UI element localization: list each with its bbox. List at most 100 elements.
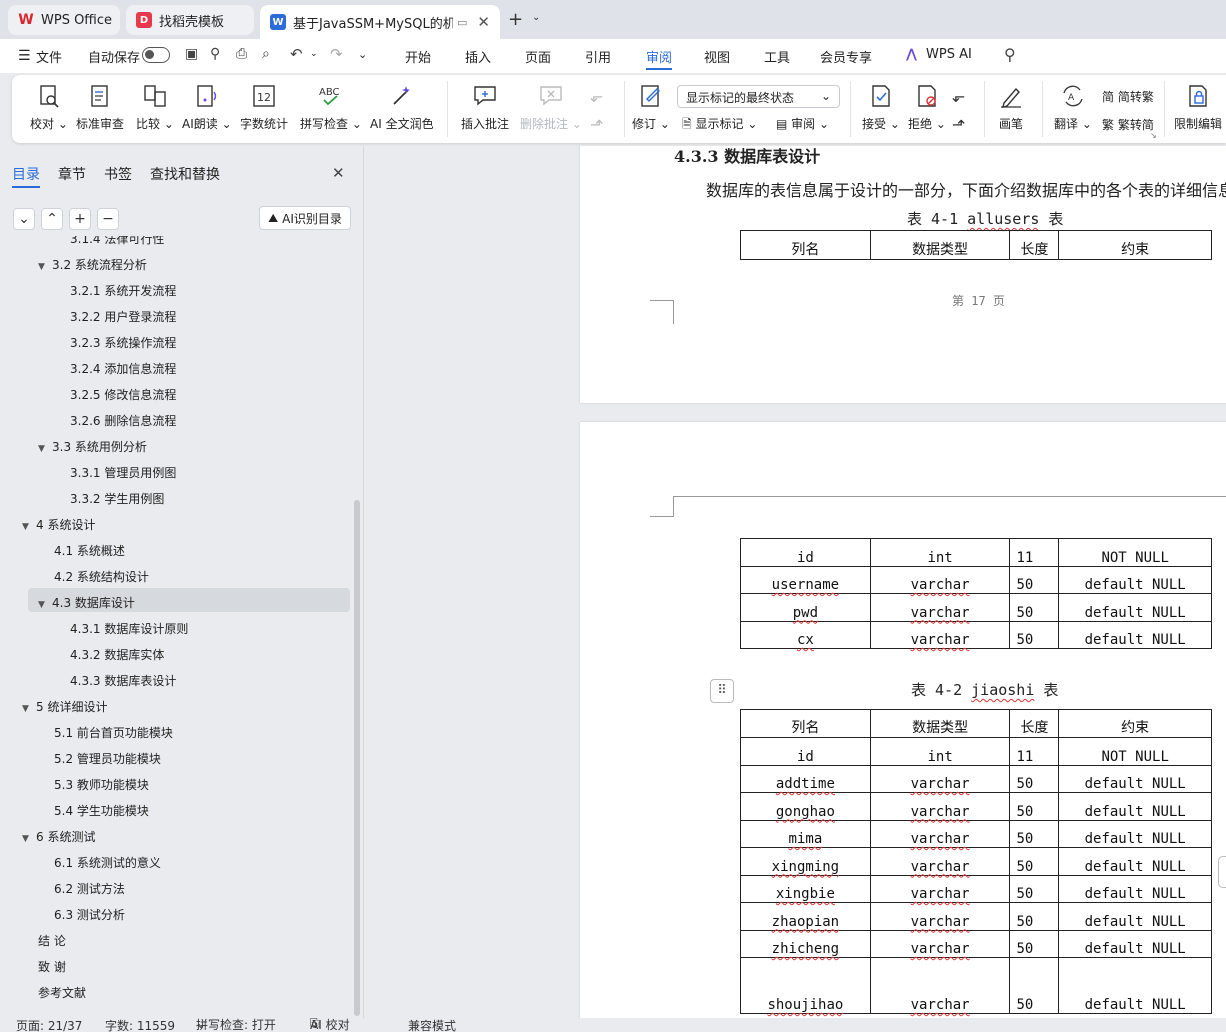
expand-all-button[interactable]: ⌄: [13, 208, 35, 230]
expand-triangle-icon[interactable]: ▼: [38, 600, 52, 610]
save-icon[interactable]: ▣: [185, 46, 198, 62]
sidebar-tab-find-replace[interactable]: 查找和替换: [150, 164, 220, 184]
menu-item-0[interactable]: 开始: [405, 47, 431, 66]
ai-polish-button[interactable]: AI 全文润色: [370, 83, 434, 132]
toc-item[interactable]: 5.1 前台首页功能模块: [54, 724, 173, 741]
toc-item[interactable]: 6.3 测试分析: [54, 906, 125, 923]
reject-button[interactable]: 拒绝 ⌄: [908, 83, 946, 132]
ai-toc-button[interactable]: ⛰ AI识别目录: [259, 206, 351, 230]
to-traditional-button[interactable]: 简 简转繁: [1102, 88, 1154, 105]
toc-item[interactable]: 3.1.4 法律可行性: [70, 236, 164, 247]
link-icon[interactable]: ⚲: [210, 46, 220, 62]
close-tab-icon[interactable]: ✕: [477, 13, 490, 31]
word-count-button[interactable]: 12 字数统计: [240, 83, 288, 132]
menu-item-3[interactable]: 引用: [585, 47, 611, 66]
pen-button[interactable]: 画笔: [998, 83, 1024, 132]
track-changes-button[interactable]: 修订 ⌄: [632, 83, 670, 132]
scroll-side-handle[interactable]: [1218, 856, 1226, 888]
table-move-handle[interactable]: ⠿: [710, 679, 734, 703]
tab-wps-office[interactable]: W WPS Office: [8, 5, 120, 35]
search-icon[interactable]: ⚲: [1004, 45, 1016, 64]
show-markup-button[interactable]: 🗎 显示标记 ⌄: [682, 115, 757, 136]
redo-icon[interactable]: ↷: [330, 45, 343, 63]
accept-button[interactable]: 接受 ⌄: [862, 83, 900, 132]
previous-change-icon[interactable]: ⬐: [952, 87, 965, 106]
menu-item-6[interactable]: 工具: [764, 47, 790, 66]
next-change-icon[interactable]: ⬏: [952, 115, 965, 134]
toc-item[interactable]: 3.2.1 系统开发流程: [70, 282, 176, 299]
tab-docer[interactable]: D 找稻壳模板: [126, 5, 254, 35]
tab-document[interactable]: W 基于JavaSSM+MySQL的机房 ▭ ✕: [260, 5, 500, 39]
expand-triangle-icon[interactable]: ▼: [38, 262, 52, 272]
undo-icon[interactable]: ↶: [290, 45, 303, 63]
sidebar-tab-chapters[interactable]: 章节: [58, 164, 86, 184]
translate-button[interactable]: A 翻译 ⌄: [1054, 83, 1092, 132]
page-indicator[interactable]: 页面: 21/37: [16, 1018, 82, 1032]
ai-read-button[interactable]: AI朗读 ⌄: [182, 83, 232, 132]
toc-item[interactable]: ▼ 5 统详细设计: [22, 698, 107, 715]
toc-item[interactable]: 5.3 教师功能模块: [54, 776, 149, 793]
menu-item-5[interactable]: 视图: [704, 47, 730, 66]
toc-item[interactable]: 致 谢: [38, 958, 66, 975]
toc-item[interactable]: 4.2 系统结构设计: [54, 568, 149, 585]
sidebar-tab-toc[interactable]: 目录: [12, 164, 40, 184]
chevron-down-icon[interactable]: ⌄: [310, 49, 318, 59]
new-tab-icon[interactable]: +: [508, 9, 523, 30]
toc-item[interactable]: 3.3.1 管理员用例图: [70, 464, 176, 481]
menu-item-7[interactable]: 会员专享: [820, 47, 872, 66]
menu-item-4[interactable]: 审阅: [646, 47, 672, 66]
sidebar-scrollbar[interactable]: [354, 500, 360, 1016]
markup-display-select[interactable]: 显示标记的最终状态 ⌄: [677, 85, 840, 108]
toc-item[interactable]: ▼ 4.3 数据库设计: [38, 594, 135, 611]
standard-review-button[interactable]: 标准审查: [76, 83, 124, 132]
add-heading-button[interactable]: +: [69, 208, 91, 230]
next-comment-icon[interactable]: ⬏: [590, 115, 603, 134]
spell-check-button[interactable]: ABC 拼写检查 ⌄: [300, 83, 362, 132]
toc-item[interactable]: 3.2.4 添加信息流程: [70, 360, 176, 377]
toc-item[interactable]: ▼ 3.3 系统用例分析: [38, 438, 147, 455]
review-pane-button[interactable]: ▤ 审阅 ⌄: [776, 115, 829, 132]
toc-item[interactable]: ▼ 3.2 系统流程分析: [38, 256, 147, 273]
close-icon[interactable]: ✕: [332, 164, 345, 182]
compare-button[interactable]: 比较 ⌄: [136, 83, 174, 132]
toc-item[interactable]: 3.2.5 修改信息流程: [70, 386, 176, 403]
toc-item[interactable]: ▼ 6 系统测试: [22, 828, 95, 845]
more-chevron-icon[interactable]: ⌄: [358, 48, 367, 61]
expand-triangle-icon[interactable]: ▼: [38, 444, 52, 454]
file-menu[interactable]: 文件: [36, 47, 62, 66]
to-simplified-button[interactable]: 繁 繁转简: [1102, 116, 1154, 133]
toc-item[interactable]: 4.3.3 数据库表设计: [70, 672, 176, 689]
toc-item[interactable]: ▼ 4 系统设计: [22, 516, 95, 533]
hamburger-icon[interactable]: ☰: [18, 48, 31, 64]
ai-proof-status[interactable]: ⎘ AI 校对 ⌄: [310, 1018, 350, 1032]
sidebar-tab-bookmarks[interactable]: 书签: [104, 164, 132, 184]
previous-comment-icon[interactable]: ⬐: [590, 87, 603, 106]
toc-item[interactable]: 5.2 管理员功能模块: [54, 750, 161, 767]
spell-check-status[interactable]: 拼写检查: 打开 ⌄: [196, 1018, 276, 1032]
delete-comment-button[interactable]: 删除批注 ⌄: [520, 83, 582, 132]
wps-ai-menu[interactable]: WPS AI: [926, 47, 972, 62]
toc-item[interactable]: 5.4 学生功能模块: [54, 802, 149, 819]
toc-item[interactable]: 6.2 测试方法: [54, 880, 125, 897]
toc-item[interactable]: 参考文献: [38, 984, 86, 1001]
toc-item[interactable]: 6.1 系统测试的意义: [54, 854, 161, 871]
expand-triangle-icon[interactable]: ▼: [22, 522, 36, 532]
expand-triangle-icon[interactable]: ▼: [22, 834, 36, 844]
menu-item-1[interactable]: 插入: [465, 47, 491, 66]
toc-item[interactable]: 4.3.1 数据库设计原则: [70, 620, 188, 637]
toc-item[interactable]: 3.2.6 删除信息流程: [70, 412, 176, 429]
toc-item[interactable]: 4.1 系统概述: [54, 542, 125, 559]
insert-comment-button[interactable]: 插入批注: [461, 83, 509, 132]
word-count-indicator[interactable]: 字数: 11559: [105, 1018, 175, 1032]
remove-heading-button[interactable]: −: [97, 208, 119, 230]
expand-triangle-icon[interactable]: ▼: [22, 704, 36, 714]
print-icon[interactable]: ⎙: [236, 46, 247, 62]
toc-item[interactable]: 3.2.2 用户登录流程: [70, 308, 176, 325]
toc-item[interactable]: 4.3.2 数据库实体: [70, 646, 164, 663]
proofread-button[interactable]: 校对 ⌄: [30, 83, 68, 132]
menu-item-2[interactable]: 页面: [525, 47, 551, 66]
collapse-all-button[interactable]: ⌃: [41, 208, 63, 230]
restrict-edit-button[interactable]: 限制编辑: [1174, 83, 1222, 132]
ribbon-expand-icon[interactable]: ↘: [1150, 131, 1157, 140]
toc-item[interactable]: 3.3.2 学生用例图: [70, 490, 164, 507]
